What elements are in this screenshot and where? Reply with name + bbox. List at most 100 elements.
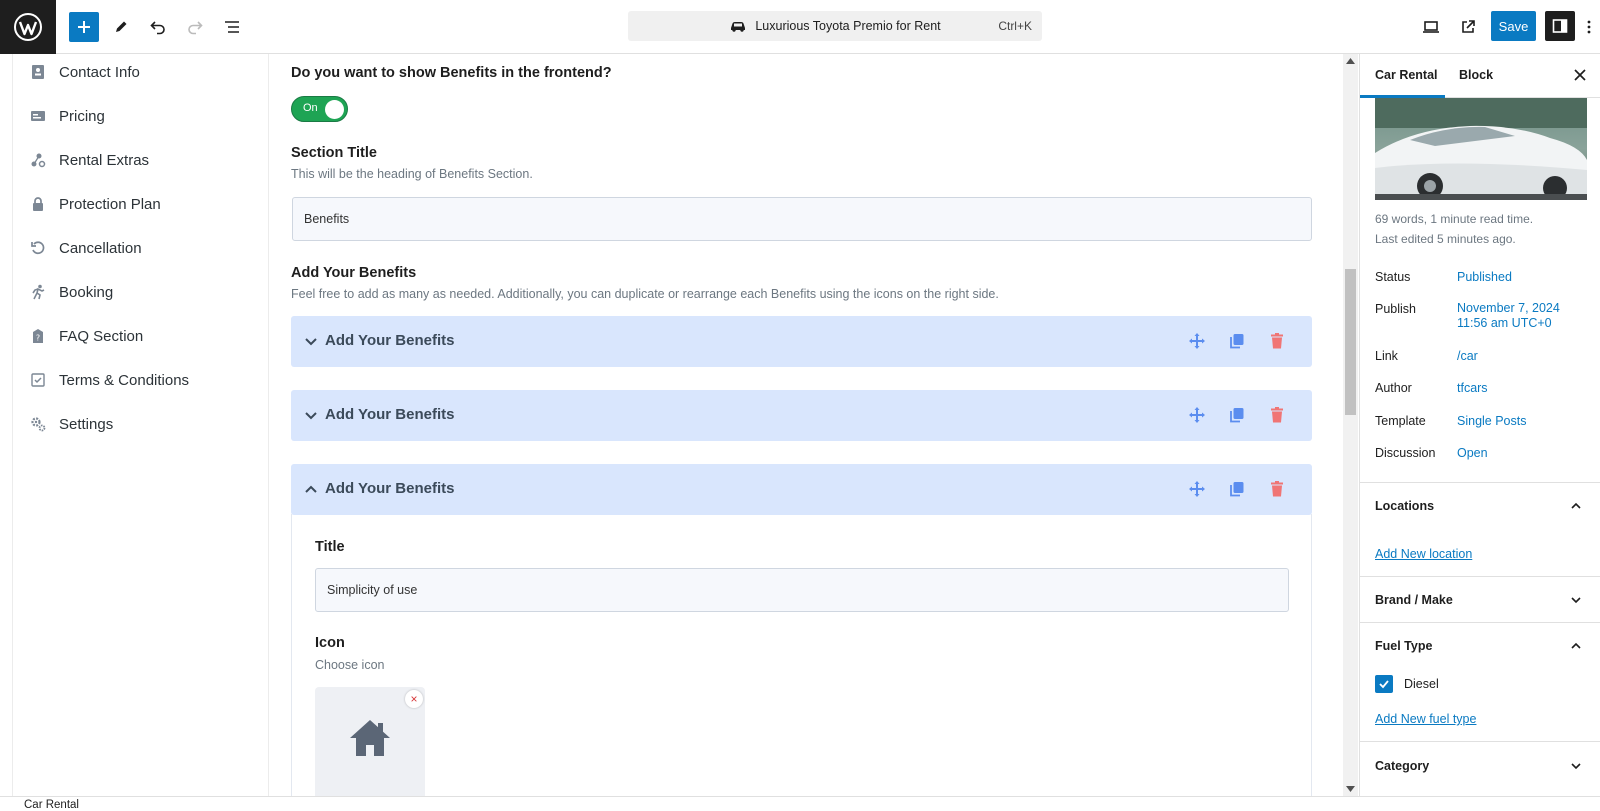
nav-item-label: Rental Extras bbox=[59, 151, 150, 169]
options-button[interactable] bbox=[1583, 12, 1595, 42]
sidebar-panel-icon bbox=[1552, 19, 1568, 33]
redo-icon bbox=[188, 21, 203, 35]
benefit-accordion-3[interactable]: Add Your Benefits bbox=[291, 464, 1312, 515]
publish-date-value[interactable]: November 7, 2024 11:56 am UTC+0 bbox=[1457, 301, 1560, 331]
move-icon[interactable] bbox=[1188, 480, 1206, 498]
nav-item-label: Booking bbox=[59, 283, 114, 301]
benefit-accordion-1[interactable]: Add Your Benefits bbox=[291, 316, 1312, 367]
price-card-icon bbox=[29, 107, 47, 125]
tab-car-rental[interactable]: Car Rental bbox=[1375, 68, 1438, 82]
tab-block[interactable]: Block bbox=[1459, 68, 1493, 82]
link-value[interactable]: /car bbox=[1457, 349, 1478, 364]
view-post-button[interactable] bbox=[1453, 12, 1483, 42]
nav-item-cancellation[interactable]: Cancellation bbox=[29, 236, 142, 260]
fuel-type-title[interactable]: Fuel Type bbox=[1375, 639, 1432, 653]
template-value[interactable]: Single Posts bbox=[1457, 414, 1526, 429]
undo-button[interactable] bbox=[143, 12, 173, 42]
nav-item-protection-plan[interactable]: Protection Plan bbox=[29, 192, 161, 216]
nav-item-contact-info[interactable]: Contact Info bbox=[29, 60, 140, 84]
benefit-accordion-3-body bbox=[291, 514, 1312, 796]
diesel-checkbox[interactable] bbox=[1375, 675, 1393, 693]
list-view-icon bbox=[225, 21, 239, 33]
status-label: Status bbox=[1375, 270, 1411, 284]
section-title-input[interactable]: Benefits bbox=[292, 197, 1312, 241]
editor-top-bar: Luxurious Toyota Premio for Rent Ctrl+K … bbox=[0, 0, 1600, 54]
block-breadcrumb[interactable]: Car Rental bbox=[24, 799, 79, 811]
benefit-title-input[interactable]: Simplicity of use bbox=[315, 568, 1289, 612]
nav-item-label: Terms & Conditions bbox=[59, 371, 190, 389]
nav-item-booking[interactable]: Booking bbox=[29, 280, 113, 304]
author-value[interactable]: tfcars bbox=[1457, 381, 1488, 396]
meta-box-tab-nav: Contact Info Pricing Rental Extras Prote… bbox=[12, 54, 269, 796]
save-button[interactable]: Save bbox=[1491, 11, 1536, 41]
remove-icon-button[interactable]: × bbox=[405, 690, 423, 708]
main-scrollbar[interactable] bbox=[1343, 54, 1358, 796]
show-benefits-question: Do you want to show Benefits in the fron… bbox=[291, 65, 612, 81]
duplicate-icon[interactable] bbox=[1228, 480, 1246, 498]
category-panel: Category bbox=[1360, 741, 1600, 796]
tools-button[interactable] bbox=[106, 12, 136, 42]
accordion-title: Add Your Benefits bbox=[325, 332, 455, 349]
chevron-up-icon[interactable] bbox=[1568, 498, 1584, 514]
main-scrollbar-thumb[interactable] bbox=[1345, 269, 1356, 415]
document-overview-button[interactable] bbox=[217, 12, 247, 42]
discussion-value[interactable]: Open bbox=[1457, 446, 1488, 461]
undo-icon bbox=[29, 239, 47, 257]
delete-icon[interactable] bbox=[1268, 406, 1286, 424]
pencil-icon bbox=[116, 21, 127, 32]
add-new-fuel-type-link[interactable]: Add New fuel type bbox=[1375, 712, 1476, 726]
chevron-up-icon[interactable] bbox=[1568, 638, 1584, 654]
accordion-title: Add Your Benefits bbox=[325, 406, 455, 423]
close-icon[interactable] bbox=[1571, 66, 1589, 84]
scroll-up-icon[interactable] bbox=[1346, 58, 1355, 64]
add-new-location-link[interactable]: Add New location bbox=[1375, 547, 1472, 561]
benefit-icon-label: Icon bbox=[315, 635, 345, 651]
wordpress-logo-button[interactable] bbox=[0, 0, 56, 54]
svg-text:?: ? bbox=[36, 334, 40, 343]
gears-icon bbox=[29, 415, 47, 433]
delete-icon[interactable] bbox=[1268, 480, 1286, 498]
status-value[interactable]: Published bbox=[1457, 270, 1512, 285]
nav-item-rental-extras[interactable]: Rental Extras bbox=[29, 148, 149, 172]
brand-make-panel: Brand / Make bbox=[1360, 576, 1600, 622]
category-title[interactable]: Category bbox=[1375, 759, 1429, 773]
add-block-button[interactable] bbox=[69, 12, 99, 42]
locations-title[interactable]: Locations bbox=[1375, 499, 1434, 513]
nav-item-settings[interactable]: Settings bbox=[29, 412, 113, 436]
nav-item-label: Protection Plan bbox=[59, 195, 161, 213]
chevron-down-icon bbox=[305, 338, 317, 346]
redo-button[interactable] bbox=[180, 12, 210, 42]
section-title-description: This will be the heading of Benefits Sec… bbox=[291, 167, 533, 181]
duplicate-icon[interactable] bbox=[1228, 332, 1246, 350]
document-bar[interactable]: Luxurious Toyota Premio for Rent Ctrl+K bbox=[628, 11, 1042, 41]
plus-icon bbox=[78, 21, 90, 33]
settings-toggle-button[interactable] bbox=[1545, 11, 1575, 41]
duplicate-icon[interactable] bbox=[1228, 406, 1246, 424]
wordpress-logo-icon bbox=[14, 13, 42, 41]
chevron-down-icon[interactable] bbox=[1568, 758, 1584, 774]
extras-icon bbox=[29, 151, 47, 169]
chevron-down-icon[interactable] bbox=[1568, 592, 1584, 608]
preview-button[interactable] bbox=[1416, 12, 1446, 42]
benefit-accordion-2[interactable]: Add Your Benefits bbox=[291, 390, 1312, 441]
scroll-down-icon[interactable] bbox=[1346, 786, 1355, 792]
faq-icon: ? bbox=[29, 327, 47, 345]
discussion-label: Discussion bbox=[1375, 446, 1436, 460]
nav-item-terms-conditions[interactable]: Terms & Conditions bbox=[29, 368, 189, 392]
show-benefits-toggle[interactable]: On bbox=[291, 96, 348, 122]
nav-item-faq-section[interactable]: ? FAQ Section bbox=[29, 324, 143, 348]
chevron-up-icon bbox=[305, 485, 317, 493]
nav-item-label: FAQ Section bbox=[59, 327, 144, 345]
accordion-title: Add Your Benefits bbox=[325, 480, 455, 497]
move-icon[interactable] bbox=[1188, 332, 1206, 350]
move-icon[interactable] bbox=[1188, 406, 1206, 424]
diesel-label[interactable]: Diesel bbox=[1404, 677, 1439, 691]
benefit-title-label: Title bbox=[315, 539, 345, 555]
delete-icon[interactable] bbox=[1268, 332, 1286, 350]
featured-image[interactable] bbox=[1375, 98, 1587, 200]
nav-item-pricing[interactable]: Pricing bbox=[29, 104, 105, 128]
brand-make-title[interactable]: Brand / Make bbox=[1375, 593, 1453, 607]
lock-icon bbox=[29, 195, 47, 213]
contact-card-icon bbox=[29, 63, 47, 81]
word-count: 69 words, 1 minute read time. bbox=[1375, 212, 1534, 226]
